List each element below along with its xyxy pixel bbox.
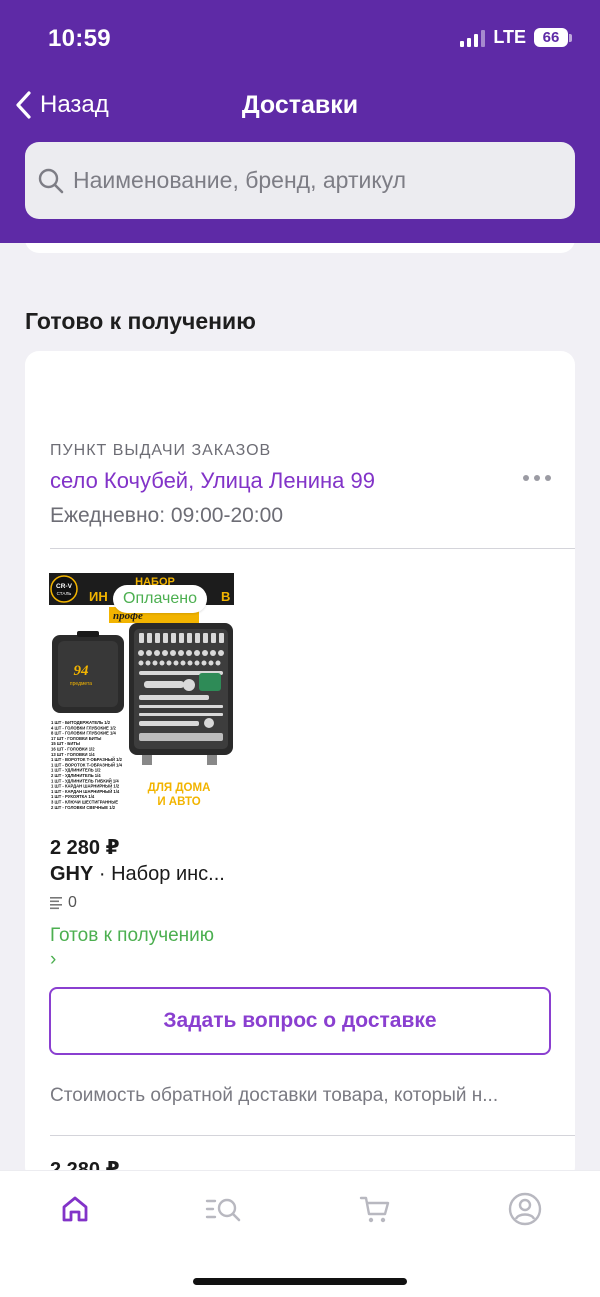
status-indicators: LTE 66 [460,27,572,48]
pickup-point-hours: Ежедневно: 09:00-20:00 [50,504,283,527]
tab-catalog[interactable] [205,1189,245,1229]
tab-cart[interactable] [355,1189,395,1229]
spec-line: 13 ШТ - ГОЛОВКИ 1/4 [51,752,95,757]
paid-status-badge: Оплачено [113,585,207,613]
spec-line: 1 ШТ - БИТОДЕРЖАТЕЛЬ 1/2 [51,720,111,725]
brand-badge: CR-V [56,583,73,590]
status-time: 10:59 [48,25,111,52]
image-tag-line1: ДЛЯ ДОМА [148,782,211,794]
product-price: 2 280 ₽ [50,837,120,859]
return-delivery-note[interactable]: Стоимость обратной доставки товара, кото… [50,1085,550,1107]
delivery-card: ПУНКТ ВЫДАЧИ ЗАКАЗОВ село Кочубей, Улица… [25,351,575,1181]
spec-line: 4 ШТ - ГОЛОВКИ ГЛУБОКИЕ 1/2 [51,725,116,730]
delivery-status: Готов к получению [50,925,215,946]
pickup-point-address[interactable]: село Кочубей, Улица Ленина 99 [50,468,375,494]
search-icon [38,168,64,193]
battery-icon: 66 [534,28,572,47]
spec-line: 3 ШТ - КЛЮЧИ ШЕСТИГРАННЫЕ [51,800,118,805]
spec-line: 2 ШТ - ГОЛОВКИ СВЕЧНЫЕ 1/2 [51,805,116,810]
search-bar[interactable] [25,142,575,219]
network-type: LTE [493,27,526,47]
spec-line: 16 ШТ - ГОЛОВКИ 1/2 [51,747,95,752]
spec-line: 1 ШТ - УДЛИНИТЕЛЬ 1/2 [51,768,101,773]
spec-line: 1 ШТ - КАРДАН ШАРНИРНЫЙ 1/4 [51,789,120,794]
spec-line: 1 ШТ - ВОРОТОК Т-ОБРАЗНЫЙ 1/2 [51,757,123,762]
signal-icon [460,29,486,47]
divider [50,1135,575,1136]
spec-line: 2 ШТ - УДЛИНИТЕЛЬ 1/4 [51,773,101,778]
catalog-search-icon [205,1198,241,1222]
cart-icon [359,1196,390,1223]
search-input[interactable] [73,167,553,194]
spec-line: 8 ШТ - ГОЛОВКИ ГЛУБОКИЕ 1/4 [51,731,116,736]
case-number: 94 [74,663,90,679]
tab-profile[interactable] [505,1189,545,1229]
chevron-right-icon: › [50,949,57,970]
more-options-button[interactable] [521,469,553,487]
pickup-point-label: ПУНКТ ВЫДАЧИ ЗАКАЗОВ [50,442,272,459]
bottom-tab-bar [0,1170,600,1297]
image-tag-line2: И АВТО [157,796,200,808]
case-sub: предмета [70,681,92,687]
delivery-status-link[interactable]: Готов к получению › [50,924,214,972]
tab-home[interactable] [55,1189,95,1229]
back-button[interactable]: Назад [14,90,109,120]
quantity-value: 0 [68,894,77,911]
spec-line: 1 ШТ - ВОРОТОК Т-ОБРАЗНЫЙ 1/4 [51,762,123,767]
divider [50,548,575,549]
section-title: Готово к получению [25,308,256,334]
home-indicator [193,1278,407,1285]
spec-line: 1 ШТ - КАРДАН ШАРНИРНЫЙ 1/2 [51,784,120,789]
header: 10:59 LTE 66 Назад Доставки [0,0,600,243]
product-title[interactable]: GHY · Набор инс... [50,863,225,886]
product-quantity: 0 [50,894,77,912]
more-dots-icon [523,475,529,481]
brand-sub: СТАЛЬ [57,591,72,596]
home-icon [62,1196,88,1222]
image-headline2-right: В [221,589,230,604]
battery-level: 66 [534,28,568,47]
spec-line: 1 ШТ - РУКОЯТКА 1/4 [51,794,95,799]
profile-icon [508,1192,542,1226]
product-brand: GHY [50,863,94,885]
chevron-left-icon [16,91,31,119]
ask-delivery-question-button[interactable]: Задать вопрос о доставке [49,987,551,1055]
back-label: Назад [40,91,109,118]
list-icon [50,897,62,910]
product-name: · Набор инс... [93,863,225,885]
spec-line: 17 ШТ - ГОЛОВКИ БИТЫ [51,736,101,741]
spec-list: 1 ШТ - БИТОДЕРЖАТЕЛЬ 1/24 ШТ - ГОЛОВКИ Г… [51,720,123,810]
spec-line: 1 ШТ - УДЛИНИТЕЛЬ ГИБКИЙ 1/4 [51,778,119,783]
spec-line: 15 ШТ - БИТЫ [51,741,80,746]
image-headline2: ИН [89,589,108,604]
